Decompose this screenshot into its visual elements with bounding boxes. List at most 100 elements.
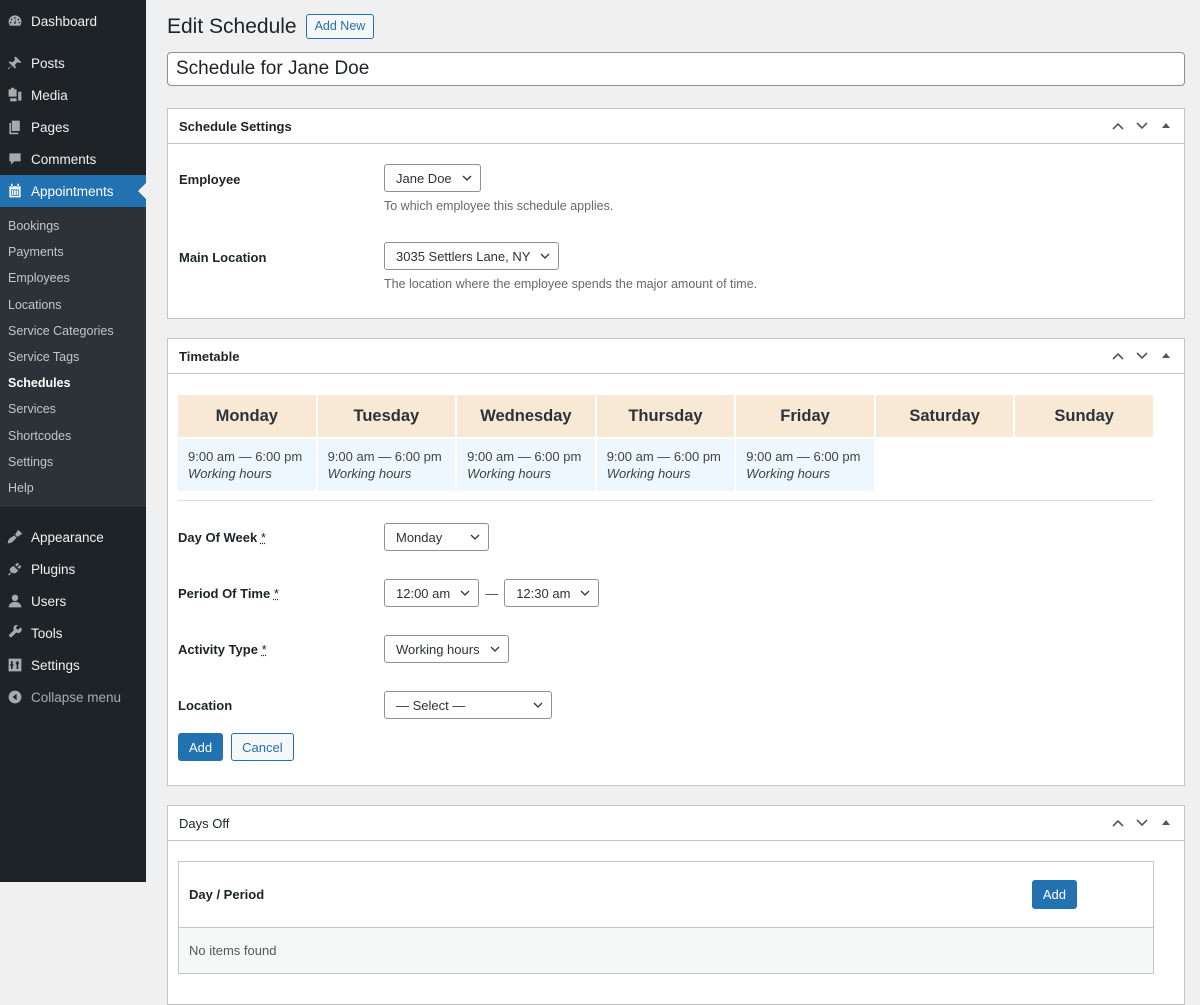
plug-icon xyxy=(6,560,24,578)
toggle-panel-icon[interactable] xyxy=(1154,114,1178,138)
select-value: 12:30 am xyxy=(516,585,571,601)
activity-type-select[interactable]: Working hours xyxy=(384,635,509,663)
menu-dashboard[interactable]: Dashboard xyxy=(0,5,146,37)
toggle-panel-icon[interactable] xyxy=(1154,344,1178,368)
timetable-slot[interactable]: 9:00 am — 6:00 pm Working hours xyxy=(457,439,595,491)
location-row: Location — Select — xyxy=(178,677,1184,733)
select-value: 3035 Settlers Lane, NY xyxy=(396,248,531,264)
timetable-grid: Monday Tuesday Wednesday Thursday Friday… xyxy=(178,395,1153,491)
admin-sidebar: Dashboard Posts Media Pages Comments App… xyxy=(0,0,146,882)
submenu-help[interactable]: Help xyxy=(0,475,146,501)
dashboard-icon xyxy=(6,12,24,30)
period-start-select[interactable]: 12:00 am xyxy=(384,579,480,607)
post-title-input[interactable]: Schedule for Jane Doe xyxy=(167,52,1185,86)
menu-comments[interactable]: Comments xyxy=(0,143,146,175)
main-location-row: Main Location 3035 Settlers Lane, NY The… xyxy=(179,242,1173,291)
period-of-time-row: Period Of Time * 12:00 am — 12:30 am xyxy=(178,565,1184,621)
submenu-service-tags[interactable]: Service Tags xyxy=(0,344,146,370)
pin-icon xyxy=(6,54,24,72)
handle-actions xyxy=(1106,114,1178,138)
submenu-shortcodes[interactable]: Shortcodes xyxy=(0,423,146,449)
required-mark: * xyxy=(273,585,279,601)
days-off-table-header: Day / Period Add xyxy=(179,862,1153,928)
submenu-bookings[interactable]: Bookings xyxy=(0,213,146,239)
chevron-down-icon xyxy=(540,253,550,259)
location-label: Location xyxy=(178,697,233,713)
submenu-services[interactable]: Services xyxy=(0,396,146,422)
menu-label: Media xyxy=(31,87,68,103)
move-up-icon[interactable] xyxy=(1106,811,1130,835)
timetable-slot[interactable]: 9:00 am — 6:00 pm Working hours xyxy=(178,439,316,491)
menu-posts[interactable]: Posts xyxy=(0,47,146,79)
timetable-form: Day Of Week * Monday Period Of Time * 12… xyxy=(168,501,1184,785)
cancel-button[interactable]: Cancel xyxy=(231,733,294,761)
submenu-employees[interactable]: Employees xyxy=(0,265,146,291)
postbox-header: Days Off xyxy=(168,806,1184,841)
period-of-time-label: Period Of Time * xyxy=(178,585,279,601)
collapse-arrow-icon xyxy=(6,688,24,706)
move-up-icon[interactable] xyxy=(1106,344,1130,368)
sliders-icon xyxy=(6,656,24,674)
slot-time: 9:00 am — 6:00 pm xyxy=(467,449,582,464)
day-header-monday: Monday xyxy=(178,395,316,437)
timetable-slot[interactable]: 9:00 am — 6:00 pm Working hours xyxy=(317,439,456,491)
required-mark: * xyxy=(261,641,267,657)
menu-label: Dashboard xyxy=(31,13,98,29)
days-off-box: Days Off Day / Period Add No items found xyxy=(167,805,1185,1005)
menu-plugins[interactable]: Plugins xyxy=(0,553,146,585)
add-day-off-button[interactable]: Add xyxy=(1031,880,1077,909)
menu-users[interactable]: Users xyxy=(0,585,146,617)
day-of-week-select[interactable]: Monday xyxy=(384,523,490,551)
slot-time: 9:00 am — 6:00 pm xyxy=(327,449,442,464)
move-up-icon[interactable] xyxy=(1106,114,1130,138)
required-mark: * xyxy=(260,529,266,545)
menu-settings[interactable]: Settings xyxy=(0,649,146,681)
submenu-schedules[interactable]: Schedules xyxy=(0,370,146,396)
brush-icon xyxy=(6,528,24,546)
timetable-slot[interactable]: 9:00 am — 6:00 pm Working hours xyxy=(736,439,874,491)
menu-appearance[interactable]: Appearance xyxy=(0,521,146,553)
submenu-settings[interactable]: Settings xyxy=(0,449,146,475)
timetable-slot[interactable]: 9:00 am — 6:00 pm Working hours xyxy=(596,439,735,491)
move-down-icon[interactable] xyxy=(1130,811,1154,835)
chevron-down-icon xyxy=(460,590,470,596)
slot-type: Working hours xyxy=(327,466,412,481)
add-new-button[interactable]: Add New xyxy=(305,14,375,39)
submenu-payments[interactable]: Payments xyxy=(0,239,146,265)
timetable-empty-slot xyxy=(876,439,1014,491)
schedule-settings-box: Schedule Settings Employee Jane Doe To w… xyxy=(167,108,1185,319)
slot-type: Working hours xyxy=(188,466,272,481)
postbox-title: Schedule Settings xyxy=(179,118,292,134)
calendar-icon xyxy=(6,182,24,200)
menu-pages[interactable]: Pages xyxy=(0,111,146,143)
move-down-icon[interactable] xyxy=(1130,344,1154,368)
select-value: Monday xyxy=(396,529,443,545)
menu-appointments[interactable]: Appointments xyxy=(0,175,146,207)
comment-icon xyxy=(6,150,24,168)
media-icon xyxy=(6,86,24,104)
collapse-menu-button[interactable]: Collapse menu xyxy=(0,681,146,713)
chevron-down-icon xyxy=(470,534,480,540)
slot-type: Working hours xyxy=(606,466,691,481)
days-off-table: Day / Period Add No items found xyxy=(178,861,1154,974)
period-end-select[interactable]: 12:30 am xyxy=(504,579,600,607)
submenu-locations[interactable]: Locations xyxy=(0,292,146,318)
title-row: Edit Schedule Add New xyxy=(167,0,1185,52)
main-location-select[interactable]: 3035 Settlers Lane, NY xyxy=(384,242,560,270)
chevron-down-icon xyxy=(490,646,500,652)
location-select[interactable]: — Select — xyxy=(384,691,552,719)
select-value: Jane Doe xyxy=(396,170,452,186)
submenu-service-categories[interactable]: Service Categories xyxy=(0,318,146,344)
menu-media[interactable]: Media xyxy=(0,79,146,111)
chevron-down-icon xyxy=(533,702,543,708)
handle-actions xyxy=(1106,344,1178,368)
add-slot-button[interactable]: Add xyxy=(178,733,224,761)
menu-label: Comments xyxy=(31,151,97,167)
slot-type: Working hours xyxy=(746,466,831,481)
employee-select[interactable]: Jane Doe xyxy=(384,164,481,192)
day-header-tuesday: Tuesday xyxy=(317,395,456,437)
menu-tools[interactable]: Tools xyxy=(0,617,146,649)
move-down-icon[interactable] xyxy=(1130,114,1154,138)
toggle-panel-icon[interactable] xyxy=(1154,811,1178,835)
slot-type: Working hours xyxy=(467,466,551,481)
